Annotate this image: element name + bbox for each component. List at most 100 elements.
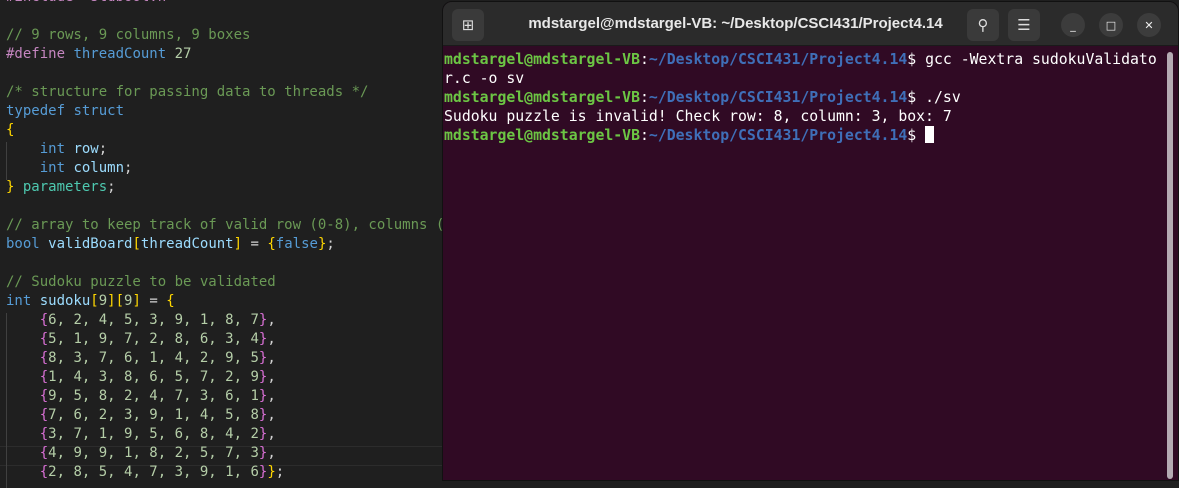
menu-button[interactable]: ☰ xyxy=(1008,9,1040,41)
minimize-button[interactable]: _ xyxy=(1061,13,1085,37)
code-token: { xyxy=(6,426,49,442)
code-token: 9, 5, 8, 2, 4, 7, 3, 6, 1 xyxy=(48,388,259,404)
code-token: , xyxy=(267,407,276,423)
code-token: 2, 8, 5, 4, 7, 3, 9, 1, 6 xyxy=(48,464,259,480)
code-token: row xyxy=(73,141,99,157)
code-token: ; xyxy=(98,141,108,157)
code-token: typedef xyxy=(6,103,74,119)
maximize-icon: □ xyxy=(1105,18,1117,32)
terminal-output[interactable]: mdstargel@mdstargel-VB:~/Desktop/CSCI431… xyxy=(444,50,1164,145)
code-token: ][ xyxy=(107,293,125,309)
code-line: bool validBoard[threadCount] = {false}; xyxy=(6,235,335,254)
terminal-scrollbar[interactable] xyxy=(1167,52,1173,479)
code-token: ] xyxy=(132,293,141,309)
code-token: threadCount xyxy=(140,236,234,252)
code-token: threadCount xyxy=(73,46,175,62)
code-token: 1, 4, 3, 8, 6, 5, 7, 2, 9 xyxy=(48,369,259,385)
code-token: 6, 2, 4, 5, 3, 9, 1, 8, 7 xyxy=(48,312,259,328)
prompt-separator: : xyxy=(640,51,649,68)
code-token: ; xyxy=(107,179,116,195)
code-line: } parameters; xyxy=(6,178,116,197)
code-token: ; xyxy=(124,160,133,176)
code-token: int xyxy=(6,293,40,309)
code-token: , xyxy=(267,388,276,404)
prompt-user: mdstargel@mdstargel-VB xyxy=(444,127,640,144)
code-token: column xyxy=(73,160,125,176)
minimize-icon: _ xyxy=(1070,18,1076,32)
code-token: { xyxy=(6,331,49,347)
code-line: {4, 9, 9, 1, 8, 2, 5, 7, 3}, xyxy=(6,444,276,463)
code-token: , xyxy=(267,445,276,461)
hamburger-menu-icon: ☰ xyxy=(1017,16,1031,34)
code-line: { xyxy=(6,121,14,140)
code-line: {2, 8, 5, 4, 7, 3, 9, 1, 6}}; xyxy=(6,463,284,482)
code-token: struct xyxy=(73,103,125,119)
code-token: { xyxy=(6,312,49,328)
text-cursor xyxy=(925,126,935,143)
new-tab-button[interactable]: ⊞ xyxy=(452,9,484,41)
code-line: int row; xyxy=(6,140,107,159)
terminal-window[interactable]: ⊞ mdstargel@mdstargel-VB: ~/Desktop/CSCI… xyxy=(442,1,1179,481)
code-token: 5, 1, 9, 7, 2, 8, 6, 3, 4 xyxy=(48,331,259,347)
code-token: = xyxy=(140,293,167,309)
prompt-user: mdstargel@mdstargel-VB xyxy=(444,51,640,68)
code-token: { xyxy=(6,122,15,138)
prompt-symbol: $ xyxy=(907,51,926,68)
terminal-prompt-line: mdstargel@mdstargel-VB:~/Desktop/CSCI431… xyxy=(444,126,1164,145)
code-token: { xyxy=(6,464,49,480)
code-token: sudoku xyxy=(39,293,91,309)
code-token: validBoard xyxy=(48,236,133,252)
code-token: [ xyxy=(132,236,141,252)
code-line: {8, 3, 7, 6, 1, 4, 2, 9, 5}, xyxy=(6,349,276,368)
code-token: 27 xyxy=(174,46,192,62)
terminal-titlebar[interactable]: ⊞ mdstargel@mdstargel-VB: ~/Desktop/CSCI… xyxy=(443,2,1178,46)
prompt-symbol: $ xyxy=(907,127,926,144)
code-line: #define threadCount 27 xyxy=(6,45,191,64)
code-token: parameters xyxy=(22,179,108,195)
code-token: { xyxy=(6,350,49,366)
terminal-prompt-line: mdstargel@mdstargel-VB:~/Desktop/CSCI431… xyxy=(444,50,1164,88)
prompt-path: ~/Desktop/CSCI431/Project4.14 xyxy=(648,127,908,144)
code-token: bool xyxy=(6,236,49,252)
output-text: Sudoku puzzle is invalid! Check row: 8, … xyxy=(444,108,952,125)
code-token: { xyxy=(166,293,175,309)
code-token: // 9 rows, 9 columns, 9 boxes xyxy=(6,27,251,43)
maximize-button[interactable]: □ xyxy=(1099,13,1123,37)
code-line: {5, 1, 9, 7, 2, 8, 6, 3, 4}, xyxy=(6,330,276,349)
code-line: {7, 6, 2, 3, 9, 1, 4, 5, 8}, xyxy=(6,406,276,425)
code-token: #include <stdbool.h> xyxy=(6,0,175,5)
code-token: { xyxy=(267,236,276,252)
prompt-user: mdstargel@mdstargel-VB xyxy=(444,89,640,106)
code-token: /* structure for passing data to threads… xyxy=(6,84,369,100)
code-line: // Sudoku puzzle to be validated xyxy=(6,273,276,292)
prompt-symbol: $ xyxy=(907,89,926,106)
code-token: , xyxy=(267,350,276,366)
code-line: /* structure for passing data to threads… xyxy=(6,83,368,102)
code-token: , xyxy=(267,331,276,347)
code-token: int xyxy=(6,141,74,157)
code-token: , xyxy=(267,369,276,385)
code-line: // 9 rows, 9 columns, 9 boxes xyxy=(6,26,250,45)
terminal-prompt-line: mdstargel@mdstargel-VB:~/Desktop/CSCI431… xyxy=(444,88,1164,107)
code-token: [ xyxy=(90,293,99,309)
prompt-separator: : xyxy=(640,89,649,106)
code-token: 4, 9, 9, 1, 8, 2, 5, 7, 3 xyxy=(48,445,259,461)
command-text: ./sv xyxy=(925,89,961,106)
search-button[interactable]: ⚲ xyxy=(967,9,999,41)
code-token: 9 xyxy=(98,293,108,309)
prompt-path: ~/Desktop/CSCI431/Project4.14 xyxy=(648,51,908,68)
code-line: {3, 7, 1, 9, 5, 6, 8, 4, 2}, xyxy=(6,425,276,444)
code-line: {6, 2, 4, 5, 3, 9, 1, 8, 7}, xyxy=(6,311,276,330)
code-line: {1, 4, 3, 8, 6, 5, 7, 2, 9}, xyxy=(6,368,276,387)
code-line: int column; xyxy=(6,159,133,178)
code-token: { xyxy=(6,407,49,423)
code-token: ; xyxy=(326,236,335,252)
code-token: false xyxy=(275,236,318,252)
close-button[interactable]: ✕ xyxy=(1137,13,1161,37)
code-line: int sudoku[9][9] = { xyxy=(6,292,175,311)
code-token: 3, 7, 1, 9, 5, 6, 8, 4, 2 xyxy=(48,426,259,442)
search-icon: ⚲ xyxy=(977,16,989,34)
code-token: 7, 6, 2, 3, 9, 1, 4, 5, 8 xyxy=(48,407,259,423)
code-line: {9, 5, 8, 2, 4, 7, 3, 6, 1}, xyxy=(6,387,276,406)
code-line: #include <stdbool.h> xyxy=(6,0,175,7)
